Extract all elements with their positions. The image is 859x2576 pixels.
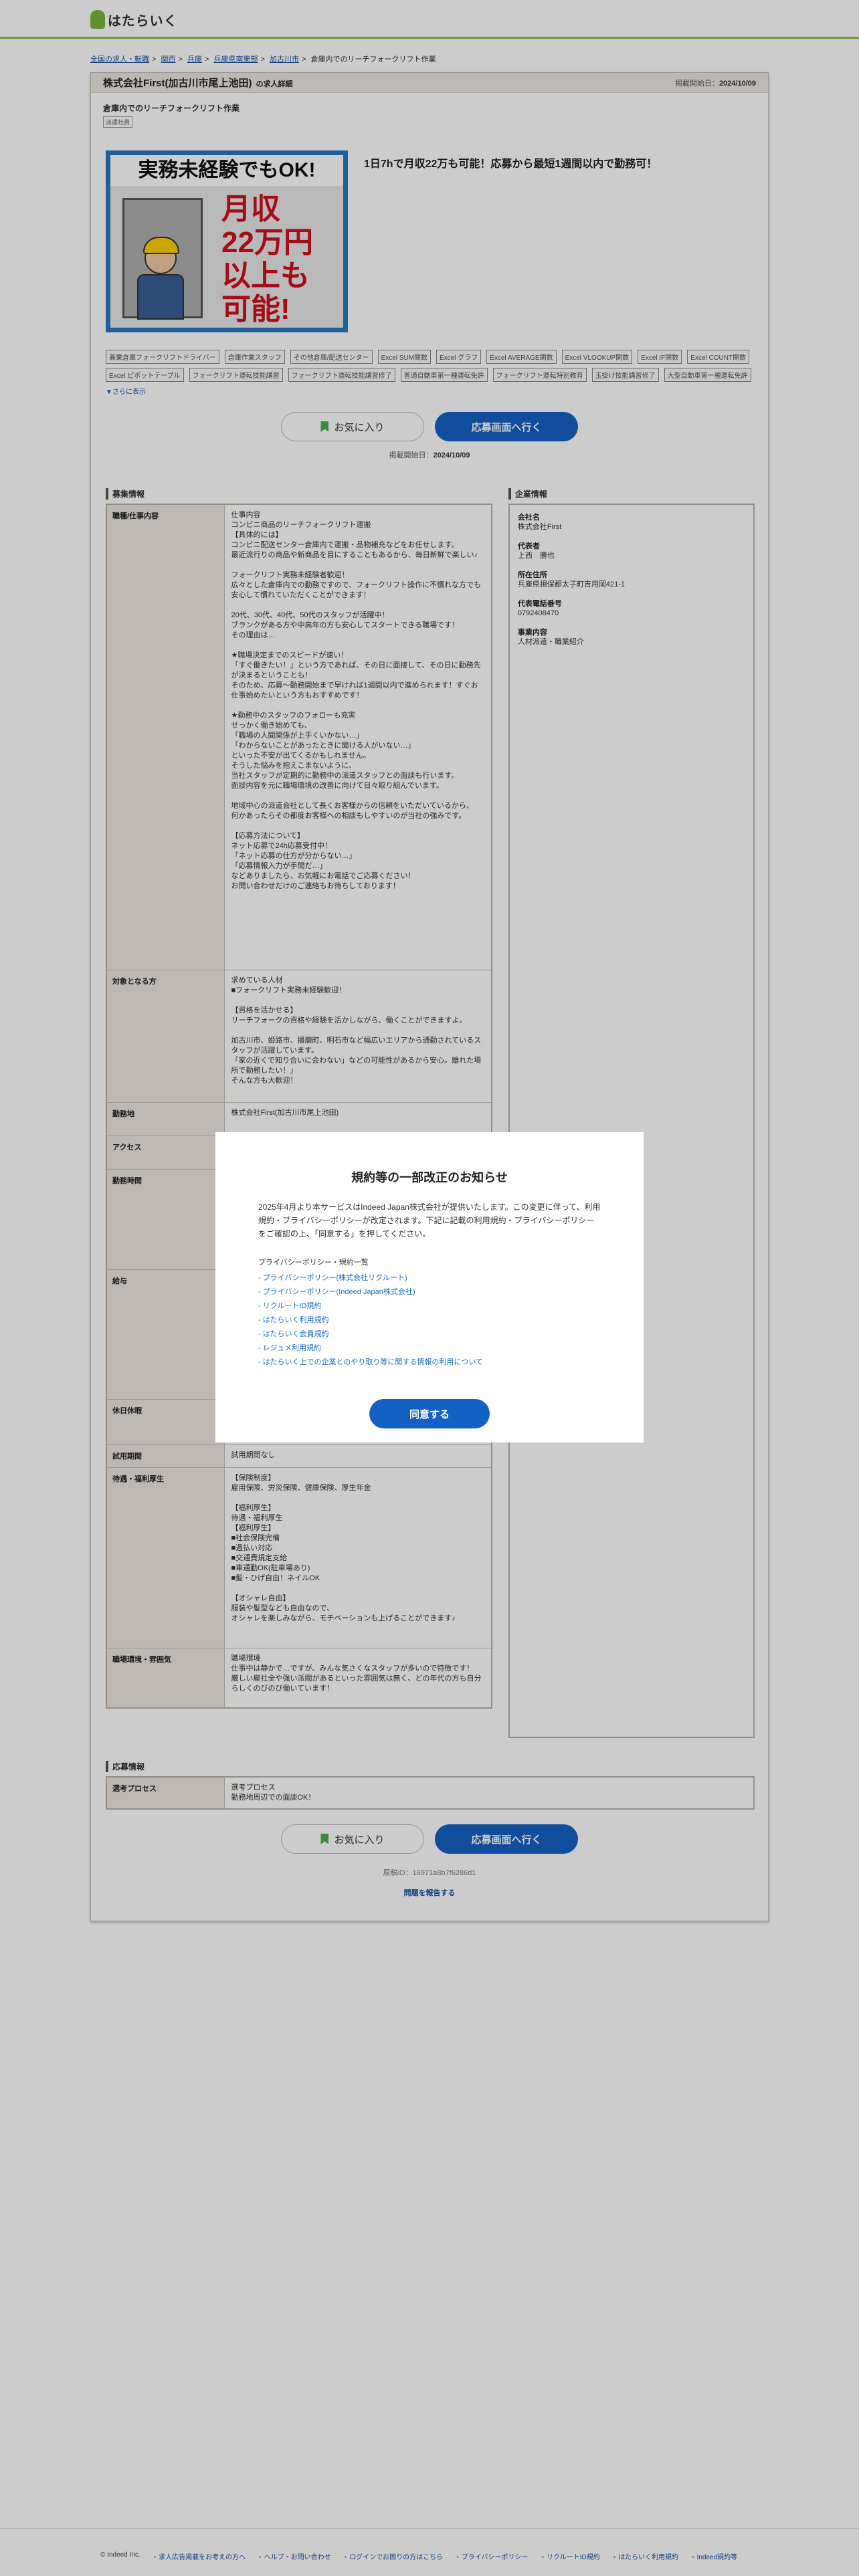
policy-link[interactable]: - レジュメ利用規約 (258, 1341, 601, 1356)
policy-link[interactable]: - プライバシーポリシー(株式会社リクルート) (258, 1271, 601, 1285)
modal-intro: 2025年4月より本サービスはIndeed Japan株式会社が提供いたします。… (258, 1202, 601, 1239)
modal-title: 規約等の一部改正のお知らせ (351, 1171, 508, 1184)
modal-overlay: 規約等の一部改正のお知らせ 2025年4月より本サービスはIndeed Japa… (0, 0, 859, 2576)
policy-link[interactable]: - はたらいく利用規約 (258, 1313, 601, 1327)
policy-link[interactable]: - リクルートID規約 (258, 1299, 601, 1313)
policy-link[interactable]: - はたらいく上での企業とのやり取り等に関する情報の利用について (258, 1356, 601, 1370)
policy-list-title: プライバシーポリシー・規約一覧 (258, 1259, 369, 1267)
terms-modal: 規約等の一部改正のお知らせ 2025年4月より本サービスはIndeed Japa… (215, 1132, 644, 1442)
policy-link[interactable]: - はたらいく会員規約 (258, 1327, 601, 1341)
policy-links: - プライバシーポリシー(株式会社リクルート) - プライバシーポリシー(Inde… (258, 1271, 601, 1370)
agree-button[interactable]: 同意する (369, 1399, 490, 1428)
policy-link[interactable]: - プライバシーポリシー(Indeed Japan株式会社) (258, 1285, 601, 1299)
